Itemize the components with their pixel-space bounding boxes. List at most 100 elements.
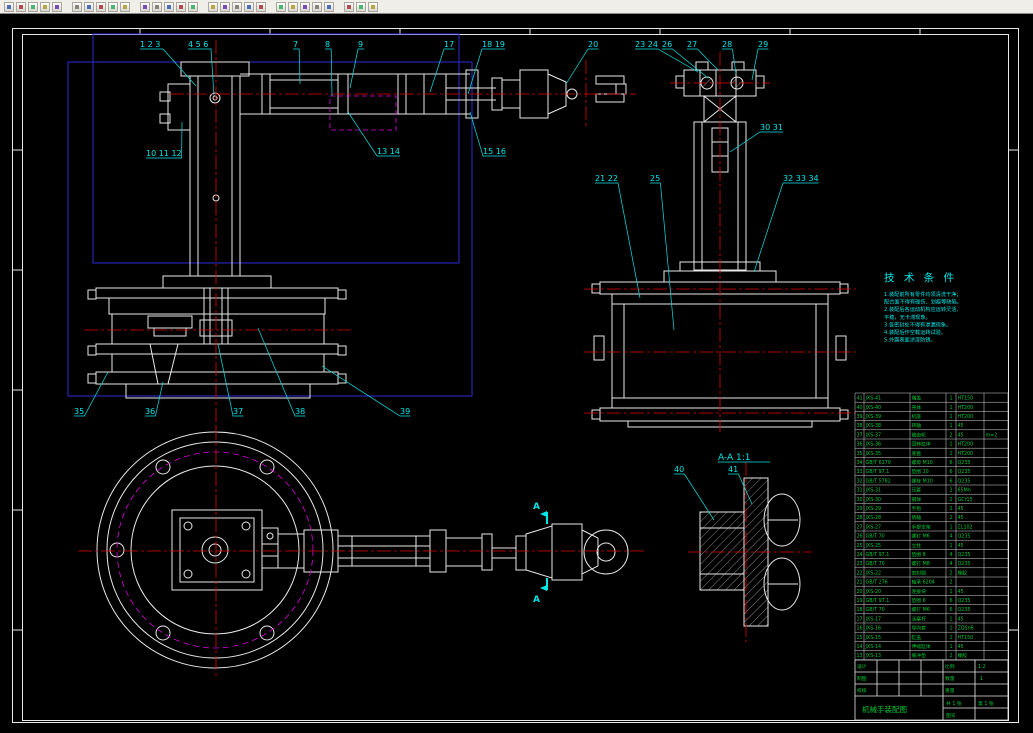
bom-cell: HT200 <box>958 405 974 411</box>
callout-label: 30 31 <box>760 123 783 132</box>
top-view-linework <box>172 510 598 590</box>
bom-cell: JXS-35 <box>865 451 882 457</box>
zoom-in-icon[interactable] <box>140 2 150 12</box>
bom-cell: 机座 <box>912 413 922 420</box>
bom-cell: 垫圈 8 <box>912 551 926 558</box>
copy-icon[interactable] <box>84 2 94 12</box>
bom-cell: ZL102 <box>958 524 973 530</box>
mirror-icon[interactable] <box>344 2 354 12</box>
layers-icon[interactable] <box>176 2 186 12</box>
bom-cell: GB/T 5782 <box>866 478 891 484</box>
bom-cell: 17 <box>856 616 862 622</box>
callout-label: 41 <box>728 465 738 474</box>
circle-icon[interactable] <box>220 2 230 12</box>
bom-cell: 1 <box>949 442 952 448</box>
bom-cell: 40 <box>856 405 862 411</box>
bom-cell: JXS-28 <box>865 515 882 521</box>
bom-cell: 27 <box>856 524 862 530</box>
bom-cell: GB/T 70 <box>866 607 885 613</box>
cut-icon[interactable] <box>72 2 82 12</box>
bom-cell: 2 <box>949 506 952 512</box>
title-block: 设计制图校核比例1:2数量1重量机械手装配图共 1 张第 1 张图号 <box>855 660 1008 720</box>
callout-label: 20 <box>588 40 598 49</box>
print-icon[interactable] <box>40 2 50 12</box>
callout-label: 39 <box>400 407 410 416</box>
bom-cell: JXS-25 <box>865 543 882 549</box>
hatch-icon[interactable] <box>288 2 298 12</box>
callout-label: 37 <box>233 407 243 416</box>
front-view <box>84 40 636 428</box>
properties-icon[interactable] <box>356 2 366 12</box>
bom-cell: Q235 <box>958 469 971 475</box>
callout-leader <box>650 183 674 330</box>
bom-cell: 20 <box>856 589 862 595</box>
erase-icon[interactable] <box>300 2 310 12</box>
callout-label: 36 <box>145 407 155 416</box>
bom-cell: JXS-14 <box>865 644 882 650</box>
help-icon[interactable] <box>368 2 378 12</box>
title-block-cell: 第 1 张 <box>978 700 994 707</box>
zoom-out-icon[interactable] <box>152 2 162 12</box>
line-icon[interactable] <box>188 2 198 12</box>
bom-cell: Q235 <box>958 460 971 466</box>
bom-cell: 4 <box>949 534 952 540</box>
bom-cell: GB/T 6170 <box>866 460 891 466</box>
rotate-icon[interactable] <box>324 2 334 12</box>
text-icon[interactable] <box>256 2 266 12</box>
bom-cell: 锥齿轮 <box>912 431 927 438</box>
bom-cell: JXS-22 <box>865 570 882 576</box>
cad-canvas[interactable]: A A A-A 1:1 技 术 条 件 1.装配前所有零件均须清洗干净； 配合面… <box>0 14 1033 733</box>
bom-cell: JXS-36 <box>865 442 882 448</box>
bom-cell: JXS-41 <box>865 396 882 402</box>
redo-icon[interactable] <box>120 2 130 12</box>
toolbar <box>0 0 1033 14</box>
callout-leader <box>687 49 718 70</box>
bom-cell: 6 <box>949 469 952 475</box>
bom-cell: 回转缸体 <box>912 441 931 448</box>
bom-cell: 1 <box>949 589 952 595</box>
new-icon[interactable] <box>4 2 14 12</box>
bom-cell: JXS-27 <box>865 524 882 530</box>
dimension-icon[interactable] <box>276 2 286 12</box>
top-bolt-circle <box>117 452 313 648</box>
bom-cell: 1 <box>949 414 952 420</box>
undo-icon[interactable] <box>108 2 118 12</box>
bom-cell: JXS-38 <box>865 423 882 429</box>
bom-cell: 26 <box>856 534 862 540</box>
bom-cell: 16 <box>856 626 862 632</box>
arc-icon[interactable] <box>232 2 242 12</box>
bom-cell: 2 <box>949 653 952 659</box>
bom-cell: JXS-31 <box>865 488 882 494</box>
bom-cell: 45 <box>958 589 964 595</box>
pan-icon[interactable] <box>164 2 174 12</box>
bom-cell: 螺钉 M8 <box>912 560 930 567</box>
bom-cell: 25 <box>856 543 862 549</box>
paste-icon[interactable] <box>96 2 106 12</box>
save-icon[interactable] <box>28 2 38 12</box>
callout-leader <box>218 344 243 416</box>
bom-cell: 压簧 <box>912 487 922 494</box>
title-block-cell: 设计 <box>857 663 867 670</box>
polyline-icon[interactable] <box>208 2 218 12</box>
bom-cell: 橡胶 <box>958 569 968 576</box>
bom-cell: m=2 <box>986 432 998 438</box>
bom-cell: 钢球 <box>912 496 922 503</box>
frame-ticks <box>12 28 1018 630</box>
bom-cell: 2 <box>949 515 952 521</box>
callout-label: 35 <box>74 407 84 416</box>
callout-label: 38 <box>295 407 305 416</box>
rectangle-icon[interactable] <box>244 2 254 12</box>
tech-condition-line: 5.外露表面涂漆防锈。 <box>884 336 936 344</box>
bom-cell: 6 <box>949 607 952 613</box>
bom-cell: 1 <box>949 543 952 549</box>
preview-icon[interactable] <box>52 2 62 12</box>
bom-cell: GB/T 70 <box>866 561 885 567</box>
move-icon[interactable] <box>312 2 322 12</box>
side-view <box>584 52 856 432</box>
bom-cell: 底盘 <box>912 450 922 457</box>
bom-cell: 活塞杆 <box>912 615 927 622</box>
bom-cell: 34 <box>856 460 862 466</box>
bom-cell: 23 <box>856 561 862 567</box>
open-icon[interactable] <box>16 2 26 12</box>
bom-cell: 45 <box>958 506 964 512</box>
